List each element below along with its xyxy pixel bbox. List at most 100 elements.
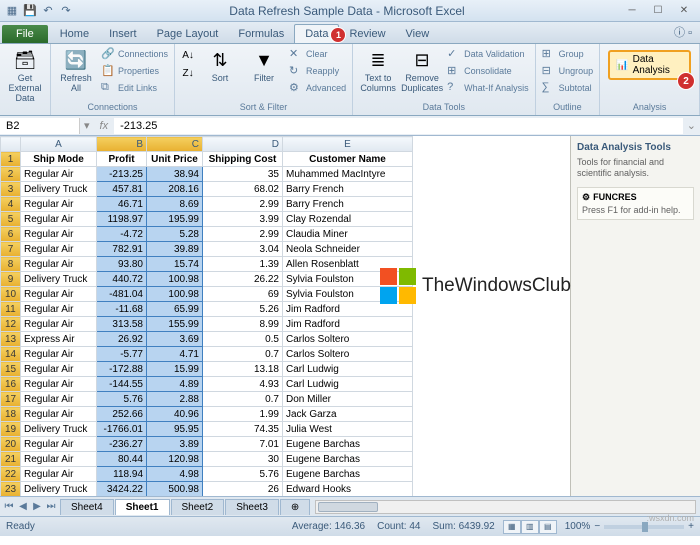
clear-button[interactable]: ✕Clear (287, 46, 348, 62)
cell[interactable]: 26.22 (203, 272, 283, 287)
cell[interactable]: 118.94 (97, 467, 147, 482)
tab-review[interactable]: Review (339, 25, 395, 43)
redo-icon[interactable]: ↷ (58, 3, 74, 19)
funcres-box[interactable]: ⚙FUNCRES Press F1 for add-in help. (577, 187, 694, 220)
col-header-B[interactable]: B (97, 137, 147, 152)
cell[interactable]: Claudia Miner (283, 227, 413, 242)
excel-icon[interactable]: ▦ (4, 3, 20, 19)
cell[interactable]: Regular Air (21, 212, 97, 227)
cell[interactable]: Regular Air (21, 317, 97, 332)
cell[interactable]: 8.69 (147, 197, 203, 212)
sort-asc-button[interactable]: A↓ (179, 46, 197, 64)
row-header[interactable]: 18 (1, 407, 21, 422)
cell[interactable]: 15.74 (147, 257, 203, 272)
cell[interactable]: 100.98 (147, 287, 203, 302)
cell[interactable]: 195.99 (147, 212, 203, 227)
row-header[interactable]: 5 (1, 212, 21, 227)
cell[interactable]: Edward Hooks (283, 482, 413, 497)
row-header[interactable]: 17 (1, 392, 21, 407)
consolidate-button[interactable]: ⊞Consolidate (445, 63, 531, 79)
cell[interactable]: Clay Rozendal (283, 212, 413, 227)
cell[interactable]: 3.04 (203, 242, 283, 257)
tab-prev-icon[interactable]: ◀ (16, 501, 30, 512)
row-header[interactable]: 4 (1, 197, 21, 212)
properties-button[interactable]: 📋Properties (99, 63, 170, 79)
cell[interactable]: 0.5 (203, 332, 283, 347)
cell[interactable]: 7.01 (203, 437, 283, 452)
cell[interactable]: Jack Garza (283, 407, 413, 422)
cell[interactable]: 2.88 (147, 392, 203, 407)
cell[interactable]: 46.71 (97, 197, 147, 212)
row-header[interactable]: 19 (1, 422, 21, 437)
undo-icon[interactable]: ↶ (40, 3, 56, 19)
cell[interactable]: Muhammed MacIntyre (283, 167, 413, 182)
cell[interactable]: 80.44 (97, 452, 147, 467)
sort-button[interactable]: ⇅Sort (199, 46, 241, 86)
row-header[interactable]: 3 (1, 182, 21, 197)
cell[interactable]: Eugene Barchas (283, 467, 413, 482)
cell[interactable]: 155.99 (147, 317, 203, 332)
row-header[interactable]: 9 (1, 272, 21, 287)
reapply-button[interactable]: ↻Reapply (287, 63, 348, 79)
cell[interactable]: Carl Ludwig (283, 377, 413, 392)
row-header[interactable]: 16 (1, 377, 21, 392)
cell[interactable]: Regular Air (21, 452, 97, 467)
row-header[interactable]: 10 (1, 287, 21, 302)
select-all-cell[interactable] (1, 137, 21, 152)
fx-icon[interactable]: fx (94, 120, 115, 132)
row-header[interactable]: 11 (1, 302, 21, 317)
cell[interactable]: 26.92 (97, 332, 147, 347)
cell[interactable]: 74.35 (203, 422, 283, 437)
cell[interactable]: 93.80 (97, 257, 147, 272)
page-layout-view-button[interactable]: ▥ (521, 520, 539, 534)
cell[interactable]: 3424.22 (97, 482, 147, 497)
remove-duplicates-button[interactable]: ⊟Remove Duplicates (401, 46, 443, 96)
row-header[interactable]: 15 (1, 362, 21, 377)
row-header[interactable]: 13 (1, 332, 21, 347)
cell[interactable]: 65.99 (147, 302, 203, 317)
cell[interactable]: 0.7 (203, 392, 283, 407)
data-validation-button[interactable]: ✓Data Validation (445, 46, 531, 62)
cell[interactable]: Jim Radford (283, 302, 413, 317)
cell[interactable]: 3.89 (147, 437, 203, 452)
cell[interactable]: 35 (203, 167, 283, 182)
tab-first-icon[interactable]: ⏮ (2, 501, 16, 512)
cell[interactable]: -4.72 (97, 227, 147, 242)
cell[interactable]: 4.93 (203, 377, 283, 392)
cell[interactable]: Julia West (283, 422, 413, 437)
cell[interactable]: -144.55 (97, 377, 147, 392)
col-header-A[interactable]: A (21, 137, 97, 152)
minimize-button[interactable]: ─ (620, 3, 644, 19)
tab-view[interactable]: View (396, 25, 440, 43)
row-header[interactable]: 2 (1, 167, 21, 182)
cell[interactable]: -5.77 (97, 347, 147, 362)
grid[interactable]: A B C D E 1 Ship Mode Profit Unit Price … (0, 136, 570, 496)
cell[interactable]: 69 (203, 287, 283, 302)
cell[interactable]: 1.39 (203, 257, 283, 272)
cell[interactable]: -481.04 (97, 287, 147, 302)
cell[interactable]: Carlos Soltero (283, 347, 413, 362)
cell[interactable]: -213.25 (97, 167, 147, 182)
cell[interactable]: Carlos Soltero (283, 332, 413, 347)
cell[interactable]: 15.99 (147, 362, 203, 377)
cell[interactable]: 440.72 (97, 272, 147, 287)
text-to-columns-button[interactable]: ≣Text to Columns (357, 46, 399, 96)
subtotal-button[interactable]: ∑Subtotal (540, 80, 596, 96)
row-header[interactable]: 20 (1, 437, 21, 452)
tab-next-icon[interactable]: ▶ (30, 501, 44, 512)
cell[interactable]: Regular Air (21, 437, 97, 452)
cell[interactable]: 8.99 (203, 317, 283, 332)
group-button[interactable]: ⊞Group (540, 46, 596, 62)
cell[interactable]: Regular Air (21, 302, 97, 317)
cell[interactable]: -172.88 (97, 362, 147, 377)
col-header-C[interactable]: C (147, 137, 203, 152)
row-header[interactable]: 6 (1, 227, 21, 242)
get-external-data-button[interactable]: 🗃Get External Data (4, 46, 46, 106)
row-header[interactable]: 8 (1, 257, 21, 272)
cell[interactable]: Delivery Truck (21, 272, 97, 287)
cell[interactable]: -236.27 (97, 437, 147, 452)
zoom-level[interactable]: 100% (565, 521, 591, 532)
cell[interactable]: Delivery Truck (21, 182, 97, 197)
cell[interactable]: Express Air (21, 332, 97, 347)
cell[interactable]: 457.81 (97, 182, 147, 197)
